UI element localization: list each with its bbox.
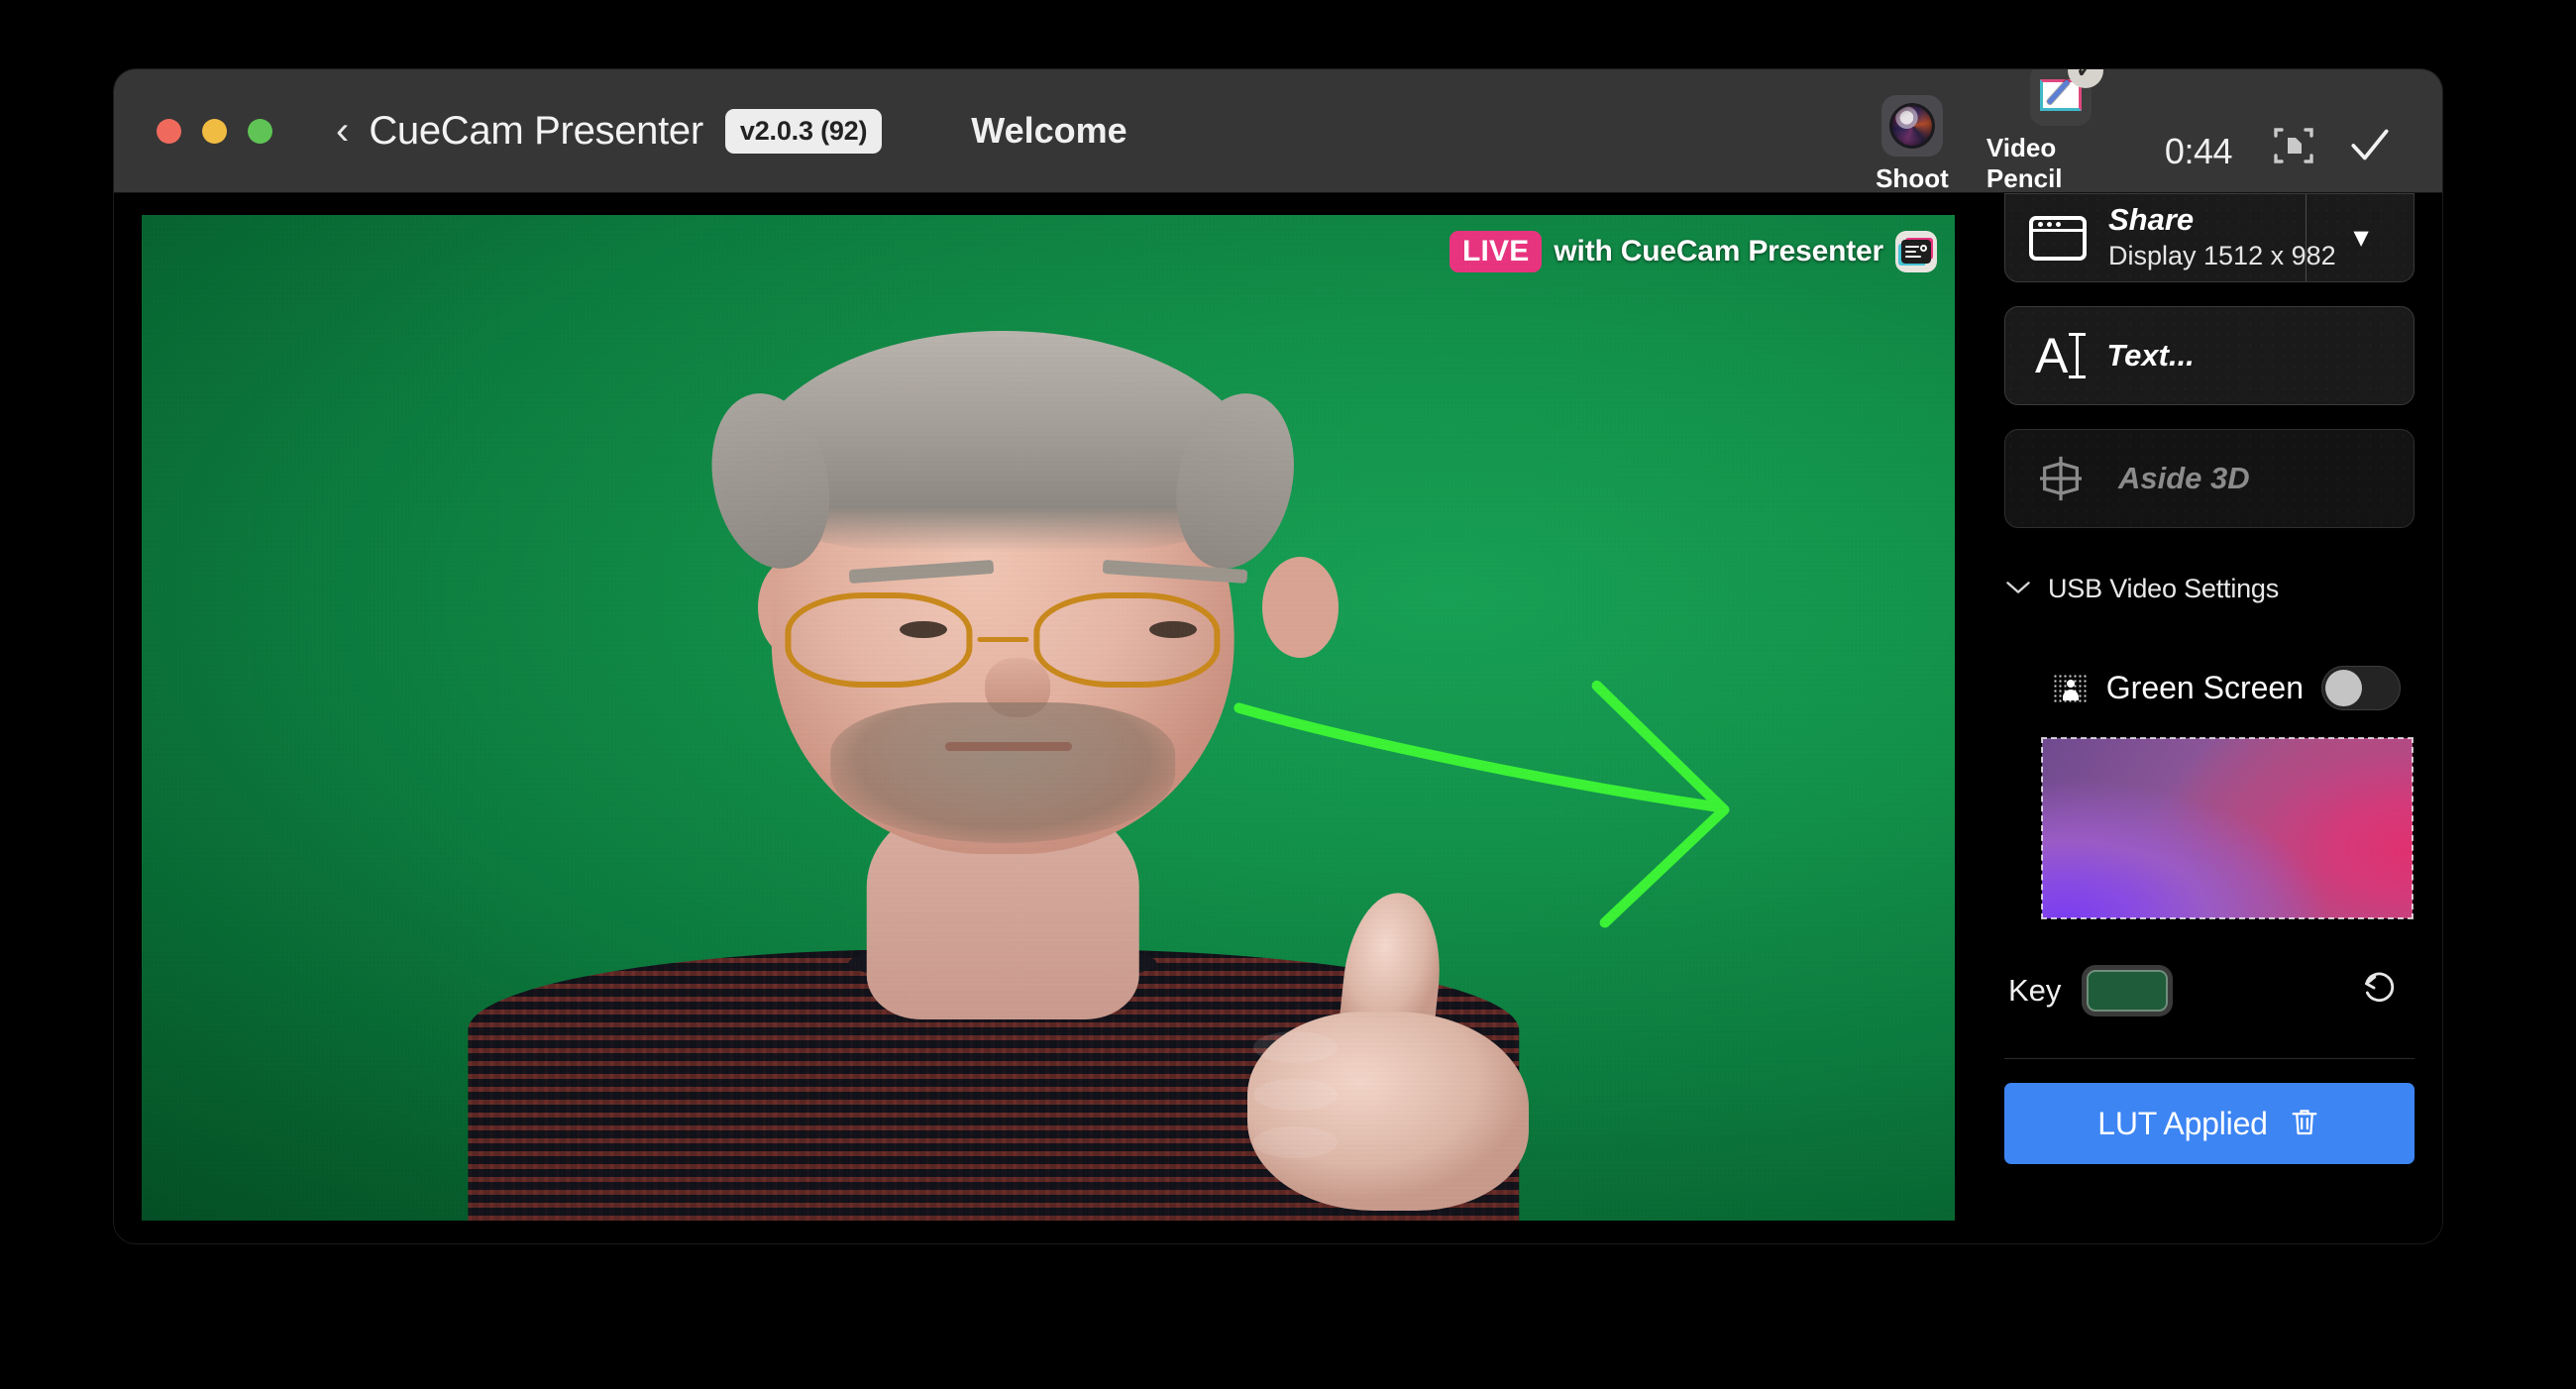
chevron-down-icon[interactable]: ▼ (2348, 223, 2374, 254)
titlebar: ‹ CueCam Presenter v2.0.3 (92) Welcome S… (114, 69, 2442, 193)
titlebar-tools: Shoot ✓ Video Pencil 0:44 (1838, 69, 2442, 198)
back-chevron-icon[interactable]: ‹ (336, 111, 349, 151)
live-pill: LIVE (1449, 231, 1542, 272)
lut-applied-button[interactable]: LUT Applied (2004, 1083, 2415, 1164)
share-subtitle: Display 1512 x 982 (2108, 241, 2336, 271)
window-share-icon (2029, 216, 2087, 261)
share-title: Share (2108, 204, 2336, 237)
document-title: Welcome (971, 110, 1127, 152)
video-pencil-tool-label: Video Pencil (1986, 133, 2135, 194)
cuecam-card-icon (1895, 231, 1937, 272)
green-screen-label: Green Screen (2106, 670, 2304, 706)
usb-video-settings-title: USB Video Settings (2048, 574, 2279, 604)
reset-arrow-icon[interactable] (2359, 968, 2399, 1013)
video-pencil-tool-button[interactable]: ✓ Video Pencil (1986, 69, 2135, 198)
presenter-subject (142, 215, 1955, 1221)
text-tool-placeholder: Text... (2106, 338, 2194, 374)
text-cursor-icon: A (2035, 331, 2079, 380)
inspector-sidebar: Share Display 1512 x 982 ▼ A Text... (1977, 193, 2442, 1243)
green-screen-toggle[interactable] (2321, 666, 2401, 710)
shoot-tool-button[interactable]: Shoot (1838, 95, 1986, 198)
live-overlay-text: with CueCam Presenter (1554, 235, 1883, 268)
lut-gradient-preview[interactable] (2042, 738, 2413, 918)
share-divider (2306, 194, 2307, 281)
thumbs-up-hand (1247, 899, 1529, 1211)
traffic-lights (157, 119, 272, 144)
app-window: ‹ CueCam Presenter v2.0.3 (92) Welcome S… (114, 69, 2442, 1243)
shoot-tool-label: Shoot (1876, 163, 1949, 194)
usb-video-settings-header[interactable]: USB Video Settings (2004, 574, 2415, 604)
video-pencil-icon: ✓ (2030, 69, 2092, 126)
video-preview[interactable]: LIVE with CueCam Presenter (142, 215, 1955, 1221)
zoom-button[interactable] (248, 119, 272, 144)
video-stage: LIVE with CueCam Presenter (114, 193, 1977, 1243)
minimize-button[interactable] (202, 119, 227, 144)
key-color-row: Key (2004, 968, 2415, 1013)
window-body: LIVE with CueCam Presenter Share Display… (114, 193, 2442, 1243)
aside-3d-card[interactable]: Aside 3D (2004, 429, 2415, 528)
version-badge[interactable]: v2.0.3 (92) (725, 109, 882, 154)
key-color-swatch[interactable] (2087, 970, 2168, 1012)
app-title: CueCam Presenter (369, 109, 703, 154)
document-scan-icon[interactable] (2270, 122, 2317, 174)
section-divider (2004, 1058, 2415, 1059)
lut-applied-label: LUT Applied (2097, 1106, 2268, 1142)
person-matte-icon (2053, 674, 2089, 703)
recording-timer: 0:44 (2165, 131, 2232, 172)
trash-icon[interactable] (2288, 1105, 2321, 1143)
green-screen-row: Green Screen (2004, 666, 2415, 710)
key-label: Key (2008, 973, 2061, 1009)
aside-3d-label: Aside 3D (2118, 461, 2250, 496)
cube-3d-icon (2033, 451, 2089, 506)
chevron-down-icon[interactable] (2004, 577, 2032, 602)
checkmark-icon[interactable] (2345, 120, 2395, 174)
text-tool-card[interactable]: A Text... (2004, 306, 2415, 405)
close-button[interactable] (157, 119, 181, 144)
live-overlay-badge: LIVE with CueCam Presenter (1449, 231, 1937, 272)
share-source-card[interactable]: Share Display 1512 x 982 ▼ (2004, 193, 2415, 282)
camera-lens-icon (1881, 95, 1943, 157)
